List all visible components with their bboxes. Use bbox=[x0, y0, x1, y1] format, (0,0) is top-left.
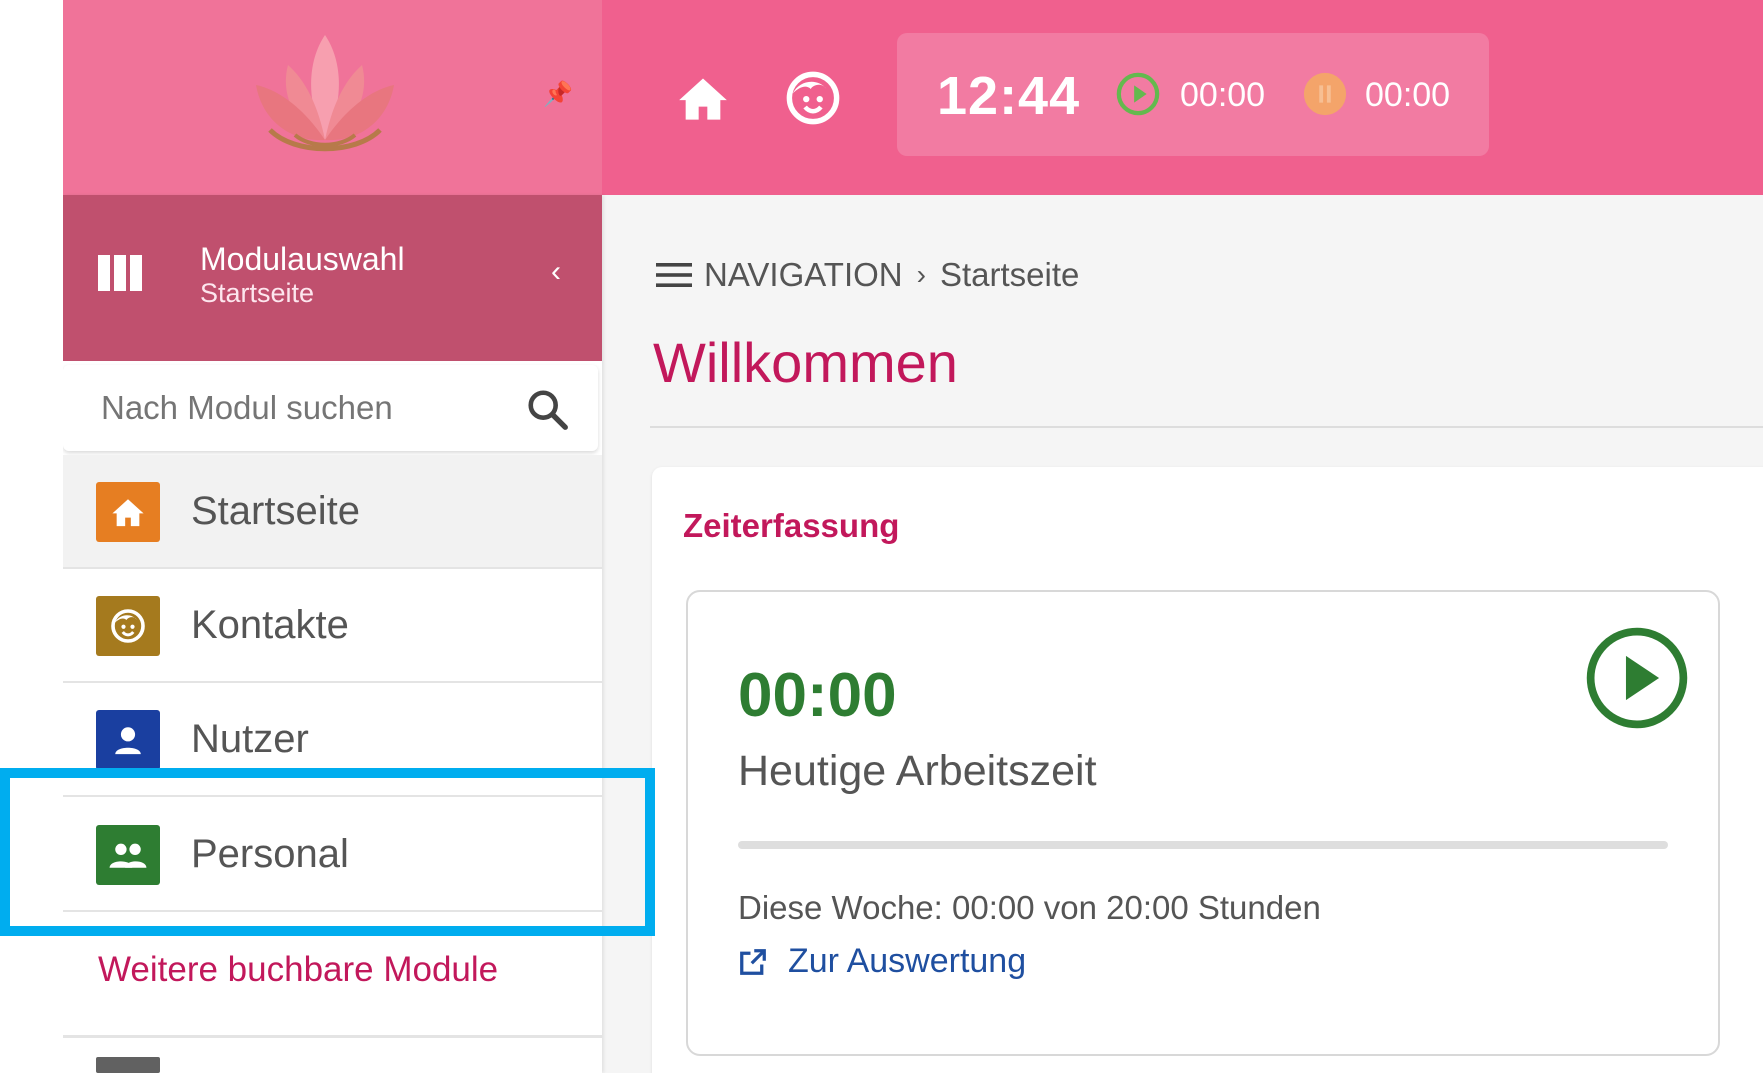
play-circle-icon[interactable] bbox=[1115, 71, 1161, 117]
child-face-icon bbox=[96, 596, 160, 656]
menu-icon[interactable] bbox=[656, 260, 692, 290]
page-title: Willkommen bbox=[653, 331, 958, 394]
evaluation-link-label: Zur Auswertung bbox=[788, 942, 1027, 980]
breadcrumb-root[interactable]: NAVIGATION bbox=[704, 256, 903, 294]
sidebar-item-startseite[interactable]: Startseite bbox=[63, 455, 602, 569]
pause-timer: 00:00 bbox=[1365, 76, 1451, 114]
divider bbox=[63, 1035, 602, 1038]
work-time-panel: 00:00 Heutige Arbeitszeit Diese Woche: 0… bbox=[686, 590, 1720, 1056]
work-time-label: Heutige Arbeitszeit bbox=[738, 747, 1097, 795]
person-icon bbox=[96, 710, 160, 770]
sidebar-item-label: Startseite bbox=[191, 489, 360, 533]
lotus-logo bbox=[256, 35, 394, 152]
chevron-right-icon: › bbox=[916, 259, 926, 290]
work-time-value: 00:00 bbox=[738, 661, 897, 730]
more-modules-link[interactable]: Weitere buchbare Module bbox=[98, 950, 498, 990]
clock: 12:44 bbox=[937, 66, 1081, 126]
sidebar-item-label: Nutzer bbox=[191, 717, 309, 761]
sidebar-item-label: Kontakte bbox=[191, 603, 349, 647]
play-circle-icon[interactable] bbox=[1584, 625, 1690, 731]
pause-circle-icon[interactable] bbox=[1302, 71, 1348, 117]
module-icon bbox=[96, 1057, 160, 1073]
pin-icon[interactable]: 📌 bbox=[543, 80, 573, 109]
module-subtitle: Startseite bbox=[200, 278, 315, 308]
divider bbox=[650, 426, 1763, 428]
search-input[interactable] bbox=[99, 385, 493, 431]
chevron-left-icon[interactable]: ‹ bbox=[551, 255, 561, 289]
columns-icon bbox=[98, 255, 142, 291]
child-face-icon[interactable] bbox=[785, 70, 841, 126]
logo-area: 📌 bbox=[63, 0, 602, 195]
module-selector[interactable]: Modulauswahl Startseite ‹ bbox=[63, 195, 602, 361]
timer-box: 12:44 00:00 00:00 bbox=[897, 33, 1489, 156]
week-progress-bar bbox=[738, 841, 1668, 849]
module-title: Modulauswahl bbox=[200, 241, 405, 277]
breadcrumb: NAVIGATION › Startseite bbox=[656, 256, 1079, 294]
breadcrumb-current: Startseite bbox=[939, 256, 1080, 293]
evaluation-link[interactable]: Zur Auswertung bbox=[738, 942, 1026, 981]
running-timer: 00:00 bbox=[1180, 76, 1266, 114]
search-icon[interactable] bbox=[525, 387, 571, 433]
selection-highlight bbox=[0, 768, 655, 936]
module-search bbox=[63, 365, 598, 451]
external-link-icon bbox=[740, 948, 766, 975]
week-summary: Diese Woche: 00:00 von 20:00 Stunden bbox=[738, 889, 1321, 926]
home-icon[interactable] bbox=[675, 70, 731, 126]
sidebar-item-kontakte[interactable]: Kontakte bbox=[63, 569, 602, 683]
time-tracking-card: Zeiterfassung 00:00 Heutige Arbeitszeit … bbox=[652, 467, 1763, 1073]
sidebar: Modulauswahl Startseite ‹ Startseite bbox=[63, 195, 602, 1073]
top-bar: 12:44 00:00 00:00 bbox=[602, 0, 1763, 195]
card-title: Zeiterfassung bbox=[683, 507, 900, 544]
home-icon bbox=[96, 482, 160, 542]
